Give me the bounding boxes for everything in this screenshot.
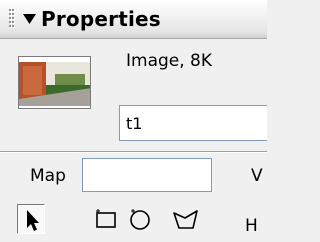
polygon-hotspot-tool[interactable] xyxy=(171,204,199,234)
panel-grip[interactable] xyxy=(9,9,15,29)
map-label: Map xyxy=(30,166,66,186)
triangle-down-icon[interactable] xyxy=(22,11,37,25)
image-name-field[interactable] xyxy=(119,105,267,141)
v-space-label: V xyxy=(251,166,263,186)
rectangle-hotspot-tool[interactable] xyxy=(93,204,121,234)
oval-hotspot-tool[interactable] xyxy=(126,204,154,234)
panel-divider xyxy=(0,151,267,153)
panel-title-bar[interactable]: Properties xyxy=(0,0,267,39)
image-info-text: Image, 8K xyxy=(126,51,213,71)
h-space-label: H xyxy=(245,216,258,236)
panel-title: Properties xyxy=(41,7,161,31)
map-name-field[interactable] xyxy=(82,158,212,192)
pointer-hotspot-tool[interactable] xyxy=(17,204,45,234)
properties-panel: Properties Image, 8K Map V xyxy=(0,0,267,242)
image-thumbnail xyxy=(18,56,91,109)
